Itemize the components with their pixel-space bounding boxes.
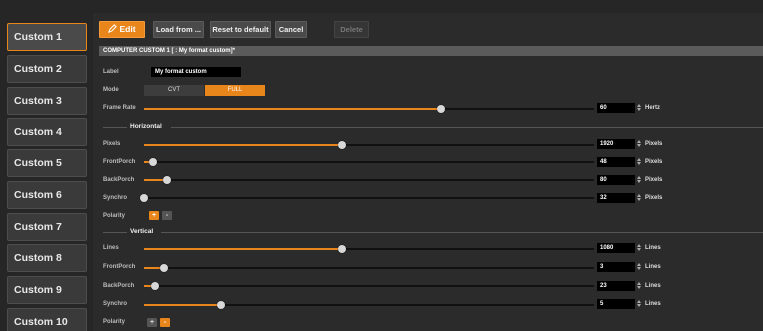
h-frontporch-input[interactable]: 48 xyxy=(597,157,635,167)
h-synchro-spinner[interactable] xyxy=(637,193,641,203)
sidebar-item-custom-1[interactable]: Custom 1 xyxy=(7,23,87,51)
vertical-divider-left xyxy=(103,232,127,233)
sidebar-item-custom-9[interactable]: Custom 9 xyxy=(7,276,87,304)
h-polarity-caption: Polarity xyxy=(103,213,126,219)
format-editor-panel: Edit Load from ... Reset to default Canc… xyxy=(93,13,763,331)
h-synchro-slider-handle[interactable] xyxy=(140,194,148,202)
horizontal-divider-left xyxy=(103,127,127,128)
format-title: COMPUTER CUSTOM 1 [ : My format custom]* xyxy=(99,46,763,56)
h-frontporch-slider[interactable] xyxy=(144,158,594,166)
h-frontporch-caption: FrontPorch xyxy=(103,159,136,165)
h-pixels-spinner[interactable] xyxy=(637,139,641,149)
horizontal-divider-right xyxy=(171,127,763,128)
h-backporch-slider-handle[interactable] xyxy=(162,176,171,184)
v-polarity-minus-button[interactable]: - xyxy=(160,318,170,327)
v-synchro-input[interactable]: 5 xyxy=(597,299,635,309)
mode-full-button[interactable]: FULL xyxy=(205,85,265,96)
v-synchro-spinner[interactable] xyxy=(637,299,641,309)
v-lines-spinner[interactable] xyxy=(637,243,641,253)
sidebar-item-custom-4[interactable]: Custom 4 xyxy=(7,118,87,146)
label-input[interactable]: My format custom xyxy=(151,67,241,77)
h-pixels-slider-handle[interactable] xyxy=(338,141,346,149)
v-frontporch-slider-handle[interactable] xyxy=(160,264,169,272)
h-pixels-slider-fill xyxy=(144,144,342,146)
sidebar-item-custom-8[interactable]: Custom 8 xyxy=(7,244,87,272)
h-polarity-minus-button[interactable]: - xyxy=(162,211,172,220)
frame-rate-slider[interactable] xyxy=(144,105,594,113)
v-backporch-spinner[interactable] xyxy=(637,281,641,291)
edit-label: Edit xyxy=(119,24,136,34)
v-lines-input[interactable]: 1080 xyxy=(597,243,635,253)
vertical-section-title: Vertical xyxy=(130,228,154,235)
h-backporch-input[interactable]: 80 xyxy=(597,175,635,185)
edit-icon xyxy=(108,24,118,33)
sidebar-item-custom-6[interactable]: Custom 6 xyxy=(7,181,87,209)
v-frontporch-unit: Lines xyxy=(645,264,661,270)
v-synchro-unit: Lines xyxy=(645,301,661,307)
frame-rate-unit: Hertz xyxy=(645,105,661,111)
mode-cvt-button[interactable]: CVT xyxy=(144,85,204,96)
sidebar-item-custom-2[interactable]: Custom 2 xyxy=(7,55,87,83)
v-synchro-slider-handle[interactable] xyxy=(216,301,225,309)
v-backporch-input[interactable]: 23 xyxy=(597,281,635,291)
h-synchro-unit: Pixels xyxy=(645,195,663,201)
h-pixels-caption: Pixels xyxy=(103,141,121,147)
v-backporch-unit: Lines xyxy=(645,283,661,289)
horizontal-section-title: Horizontal xyxy=(130,123,162,130)
h-synchro-slider[interactable] xyxy=(140,194,594,202)
h-pixels-input[interactable]: 1920 xyxy=(597,139,635,149)
mode-caption: Mode xyxy=(103,87,119,93)
sidebar-item-custom-7[interactable]: Custom 7 xyxy=(7,213,87,241)
reset-to-default-button[interactable]: Reset to default xyxy=(210,21,271,38)
v-polarity-caption: Polarity xyxy=(103,319,126,325)
frame-rate-slider-fill xyxy=(144,108,441,110)
h-backporch-caption: BackPorch xyxy=(103,177,135,183)
format-sidebar: Custom 1 Custom 2 Custom 3 Custom 4 Cust… xyxy=(0,0,90,331)
sidebar-item-custom-10[interactable]: Custom 10 xyxy=(7,308,87,331)
v-lines-caption: Lines xyxy=(103,245,119,251)
h-synchro-input[interactable]: 32 xyxy=(597,193,635,203)
v-synchro-caption: Synchro xyxy=(103,301,128,307)
v-lines-slider[interactable] xyxy=(144,245,594,253)
v-polarity-plus-button[interactable]: + xyxy=(147,318,157,327)
h-polarity-plus-button[interactable]: + xyxy=(149,211,159,220)
v-lines-unit: Lines xyxy=(645,245,661,251)
vertical-divider-right xyxy=(161,232,763,233)
edit-button[interactable]: Edit xyxy=(99,21,145,38)
h-backporch-unit: Pixels xyxy=(645,177,663,183)
v-frontporch-spinner[interactable] xyxy=(637,262,641,272)
cancel-button[interactable]: Cancel xyxy=(275,21,307,38)
h-backporch-slider[interactable] xyxy=(144,176,594,184)
h-frontporch-slider-handle[interactable] xyxy=(149,158,157,166)
frame-rate-spinner[interactable] xyxy=(637,103,641,113)
label-caption: Label xyxy=(103,69,119,75)
v-backporch-slider-handle[interactable] xyxy=(151,282,160,290)
h-synchro-caption: Synchro xyxy=(103,195,128,201)
sidebar-item-custom-5[interactable]: Custom 5 xyxy=(7,149,87,177)
v-frontporch-slider[interactable] xyxy=(144,264,594,272)
h-frontporch-unit: Pixels xyxy=(645,159,663,165)
sidebar-item-custom-3[interactable]: Custom 3 xyxy=(7,87,87,115)
v-synchro-slider-fill xyxy=(144,304,221,306)
frame-rate-caption: Frame Rate xyxy=(103,105,136,111)
load-from-button[interactable]: Load from ... xyxy=(153,21,204,38)
v-backporch-caption: BackPorch xyxy=(103,283,135,289)
h-pixels-slider[interactable] xyxy=(144,141,594,149)
h-backporch-spinner[interactable] xyxy=(637,175,641,185)
h-pixels-unit: Pixels xyxy=(645,141,663,147)
v-lines-slider-handle[interactable] xyxy=(338,245,346,253)
frame-rate-slider-handle[interactable] xyxy=(437,105,445,113)
v-frontporch-caption: FrontPorch xyxy=(103,264,136,270)
delete-button[interactable]: Delete xyxy=(334,21,369,38)
v-frontporch-input[interactable]: 3 xyxy=(597,262,635,272)
v-synchro-slider[interactable] xyxy=(144,301,594,309)
h-frontporch-spinner[interactable] xyxy=(637,157,641,167)
v-lines-slider-fill xyxy=(144,248,342,250)
v-backporch-slider[interactable] xyxy=(144,282,594,290)
frame-rate-input[interactable]: 60 xyxy=(597,103,635,113)
